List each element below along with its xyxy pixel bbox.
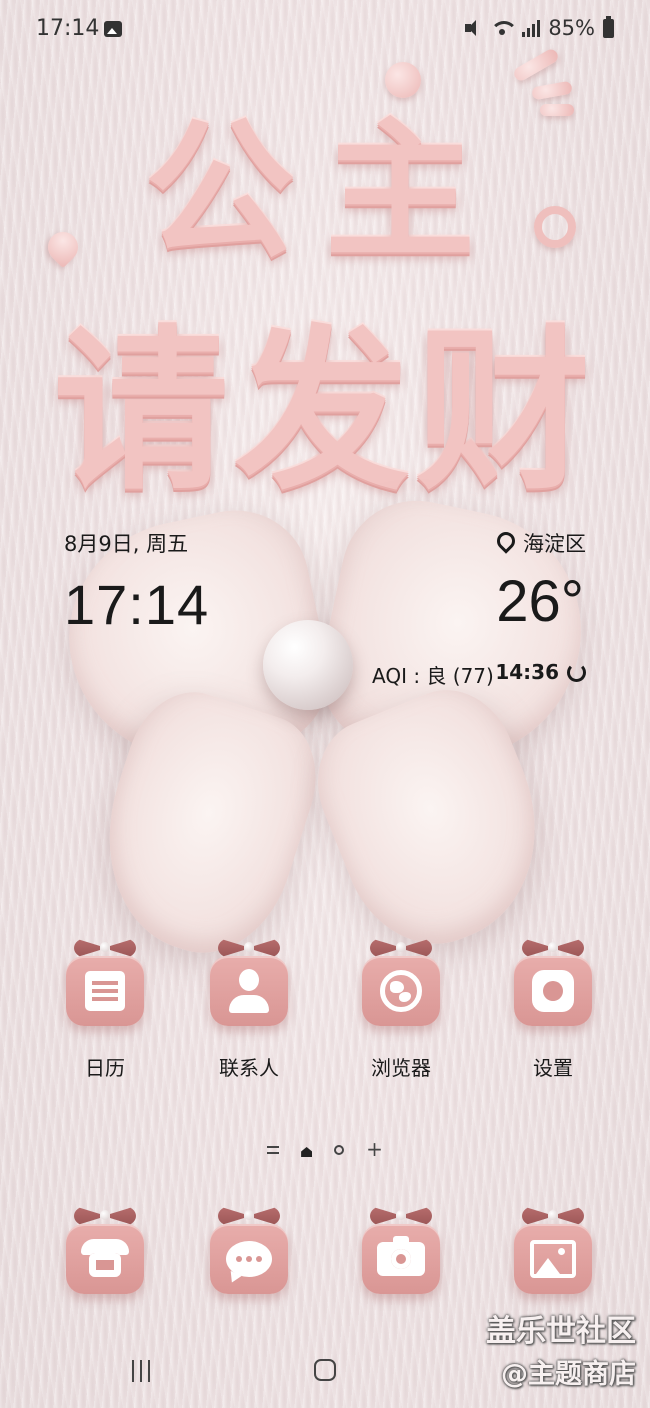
page-indicator: + (0, 1139, 650, 1160)
location-label: 海淀区 (523, 532, 586, 556)
home-page-indicator-icon[interactable] (301, 1147, 313, 1157)
wallpaper-title-line2: 请发财 (53, 311, 597, 514)
app-settings[interactable]: 设置 (498, 938, 608, 1081)
ring-decoration (534, 206, 576, 248)
widget-temperature[interactable]: 26° (496, 568, 584, 635)
gallery-icon (530, 1240, 576, 1278)
gallery-app-icon[interactable] (514, 1210, 592, 1294)
app-label[interactable]: 联系人 (194, 1052, 304, 1081)
widget-update-time[interactable]: 14:36 (495, 660, 586, 684)
contacts-icon (229, 969, 269, 1013)
app-label[interactable]: 设置 (498, 1052, 608, 1081)
watermark-community: 盖乐世社区 (486, 1314, 636, 1349)
browser-icon (380, 970, 422, 1012)
battery-icon (603, 15, 614, 38)
messages-app-icon[interactable] (210, 1210, 288, 1294)
app-calendar[interactable]: 日历 (50, 938, 160, 1081)
widget-location[interactable]: 海淀区 (493, 528, 586, 558)
widget-clock[interactable]: 17:14 (64, 572, 209, 637)
settings-icon (532, 970, 574, 1012)
battery-percentage: 85% (548, 16, 595, 40)
wifi-icon (492, 19, 515, 37)
phone-app-icon[interactable] (66, 1210, 144, 1294)
app-list-indicator-icon[interactable] (267, 1146, 280, 1154)
calendar-icon (85, 971, 125, 1011)
browser-app-icon[interactable] (362, 942, 440, 1026)
dock-messages[interactable] (194, 1206, 304, 1294)
widget-aqi: AQI : 良 (77) (372, 664, 494, 688)
status-bar: 17:14 85% (0, 0, 650, 60)
location-pin-icon (493, 528, 519, 554)
wallpaper-title-line1: 公主 (144, 105, 505, 279)
watermark-theme-store: @主题商店 (501, 1359, 636, 1390)
home-button[interactable] (314, 1359, 336, 1381)
update-time-label: 14:36 (495, 660, 559, 684)
add-page-icon[interactable]: + (366, 1139, 383, 1159)
camera-app-icon[interactable] (362, 1210, 440, 1294)
dock-phone[interactable] (50, 1206, 160, 1294)
widget-date[interactable]: 8月9日, 周五 (64, 528, 188, 558)
app-label[interactable]: 日历 (50, 1052, 160, 1081)
settings-app-icon[interactable] (514, 942, 592, 1026)
signal-icon (522, 19, 541, 37)
refresh-icon[interactable] (567, 662, 586, 682)
sparkle-decoration (540, 104, 574, 116)
gallery-notification-icon (104, 21, 122, 37)
pearl-decoration (385, 62, 421, 98)
dock-camera[interactable] (346, 1206, 456, 1294)
contacts-app-icon[interactable] (210, 942, 288, 1026)
status-time: 17:14 (36, 16, 100, 41)
recents-button[interactable] (132, 1360, 150, 1382)
camera-icon (377, 1236, 425, 1276)
phone-icon (81, 1239, 129, 1279)
app-browser[interactable]: 浏览器 (346, 938, 456, 1081)
app-label[interactable]: 浏览器 (346, 1052, 456, 1081)
page-dot-icon[interactable] (334, 1145, 345, 1155)
messages-icon (226, 1241, 272, 1277)
status-indicators: 85% (464, 15, 614, 40)
dock-gallery[interactable] (498, 1206, 608, 1294)
app-contacts[interactable]: 联系人 (194, 938, 304, 1081)
calendar-app-icon[interactable] (66, 942, 144, 1026)
mute-icon (464, 19, 484, 37)
pearl-center (263, 620, 353, 710)
